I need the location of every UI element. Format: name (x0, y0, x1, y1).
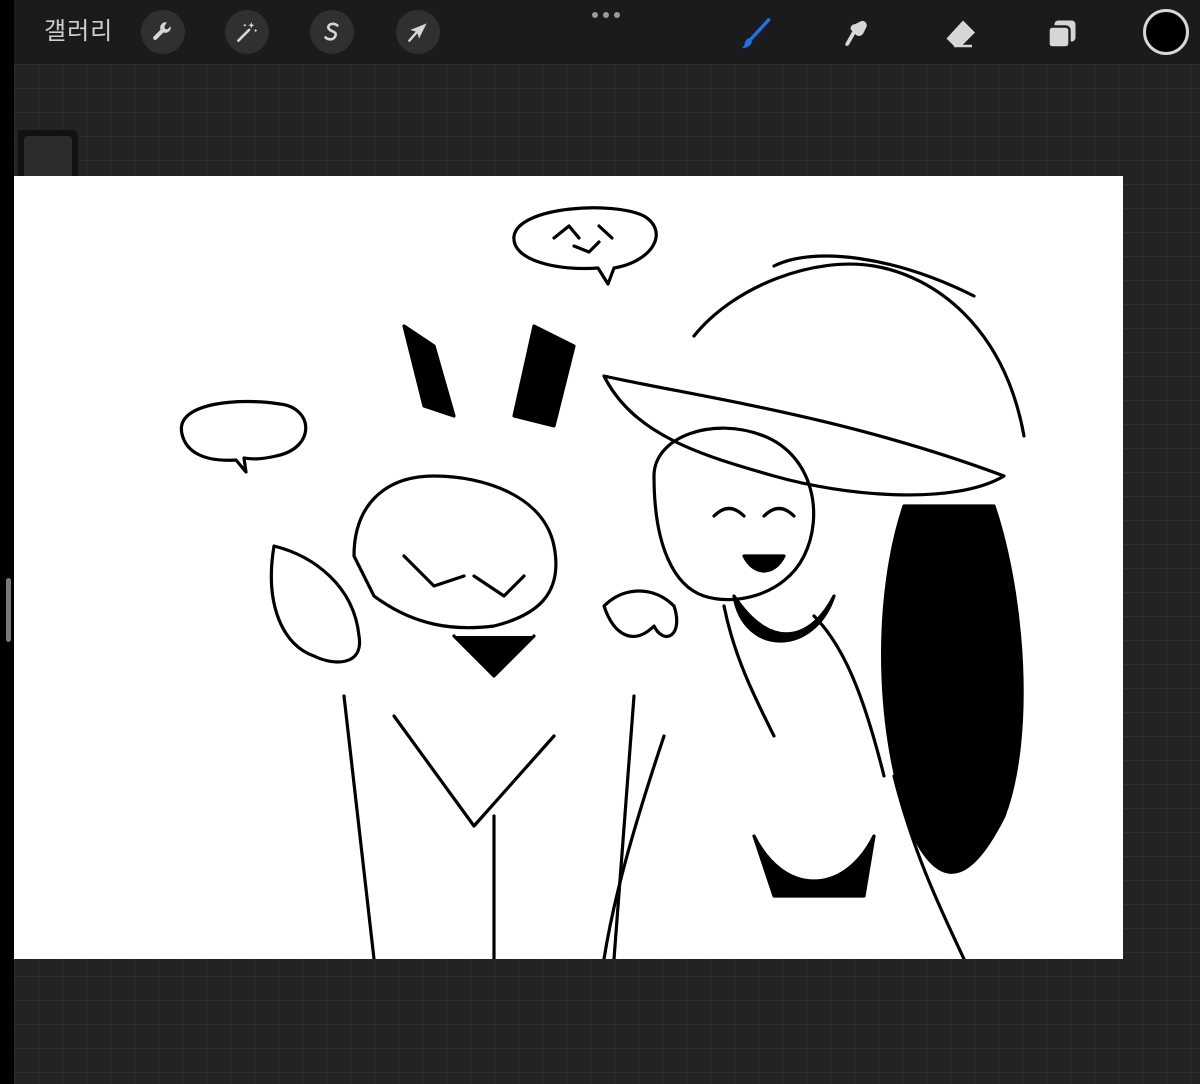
adjustments-button[interactable] (225, 10, 269, 54)
canvas-artwork (179, 206, 1026, 959)
left-character-body (342, 694, 636, 959)
transform-button[interactable] (396, 10, 440, 54)
more-dots-icon[interactable] (592, 12, 626, 22)
transform-arrow-icon (408, 23, 427, 42)
top-toolbar (14, 0, 1200, 64)
selection-button[interactable] (310, 10, 354, 54)
layers-icon (1047, 20, 1076, 49)
layers-button[interactable] (1040, 12, 1084, 56)
drawing-canvas[interactable] (14, 176, 1123, 959)
brush-tool-button[interactable] (734, 12, 778, 56)
screen-left-edge (0, 0, 14, 1084)
smudge-icon (845, 20, 867, 47)
eraser-tool-button[interactable] (938, 12, 982, 56)
left-character-head (352, 474, 558, 630)
speech-bubble-dots (179, 399, 308, 474)
wrench-icon (153, 22, 171, 40)
magic-wand-icon (237, 22, 258, 42)
speech-bubble-smile (512, 206, 658, 286)
actions-button[interactable] (141, 10, 185, 54)
smudge-tool-button[interactable] (836, 12, 880, 56)
right-character-hair (881, 504, 1024, 874)
selection-s-icon (324, 22, 339, 41)
leaf-sign (269, 544, 362, 664)
sidebar-drag-handle[interactable] (6, 578, 11, 642)
brush-icon (741, 18, 771, 49)
eraser-icon (946, 20, 975, 48)
right-character-hat (602, 374, 1006, 497)
gallery-button[interactable]: 갤러리 (44, 16, 113, 48)
color-picker-swatch[interactable] (1143, 9, 1189, 55)
hand (602, 589, 679, 638)
